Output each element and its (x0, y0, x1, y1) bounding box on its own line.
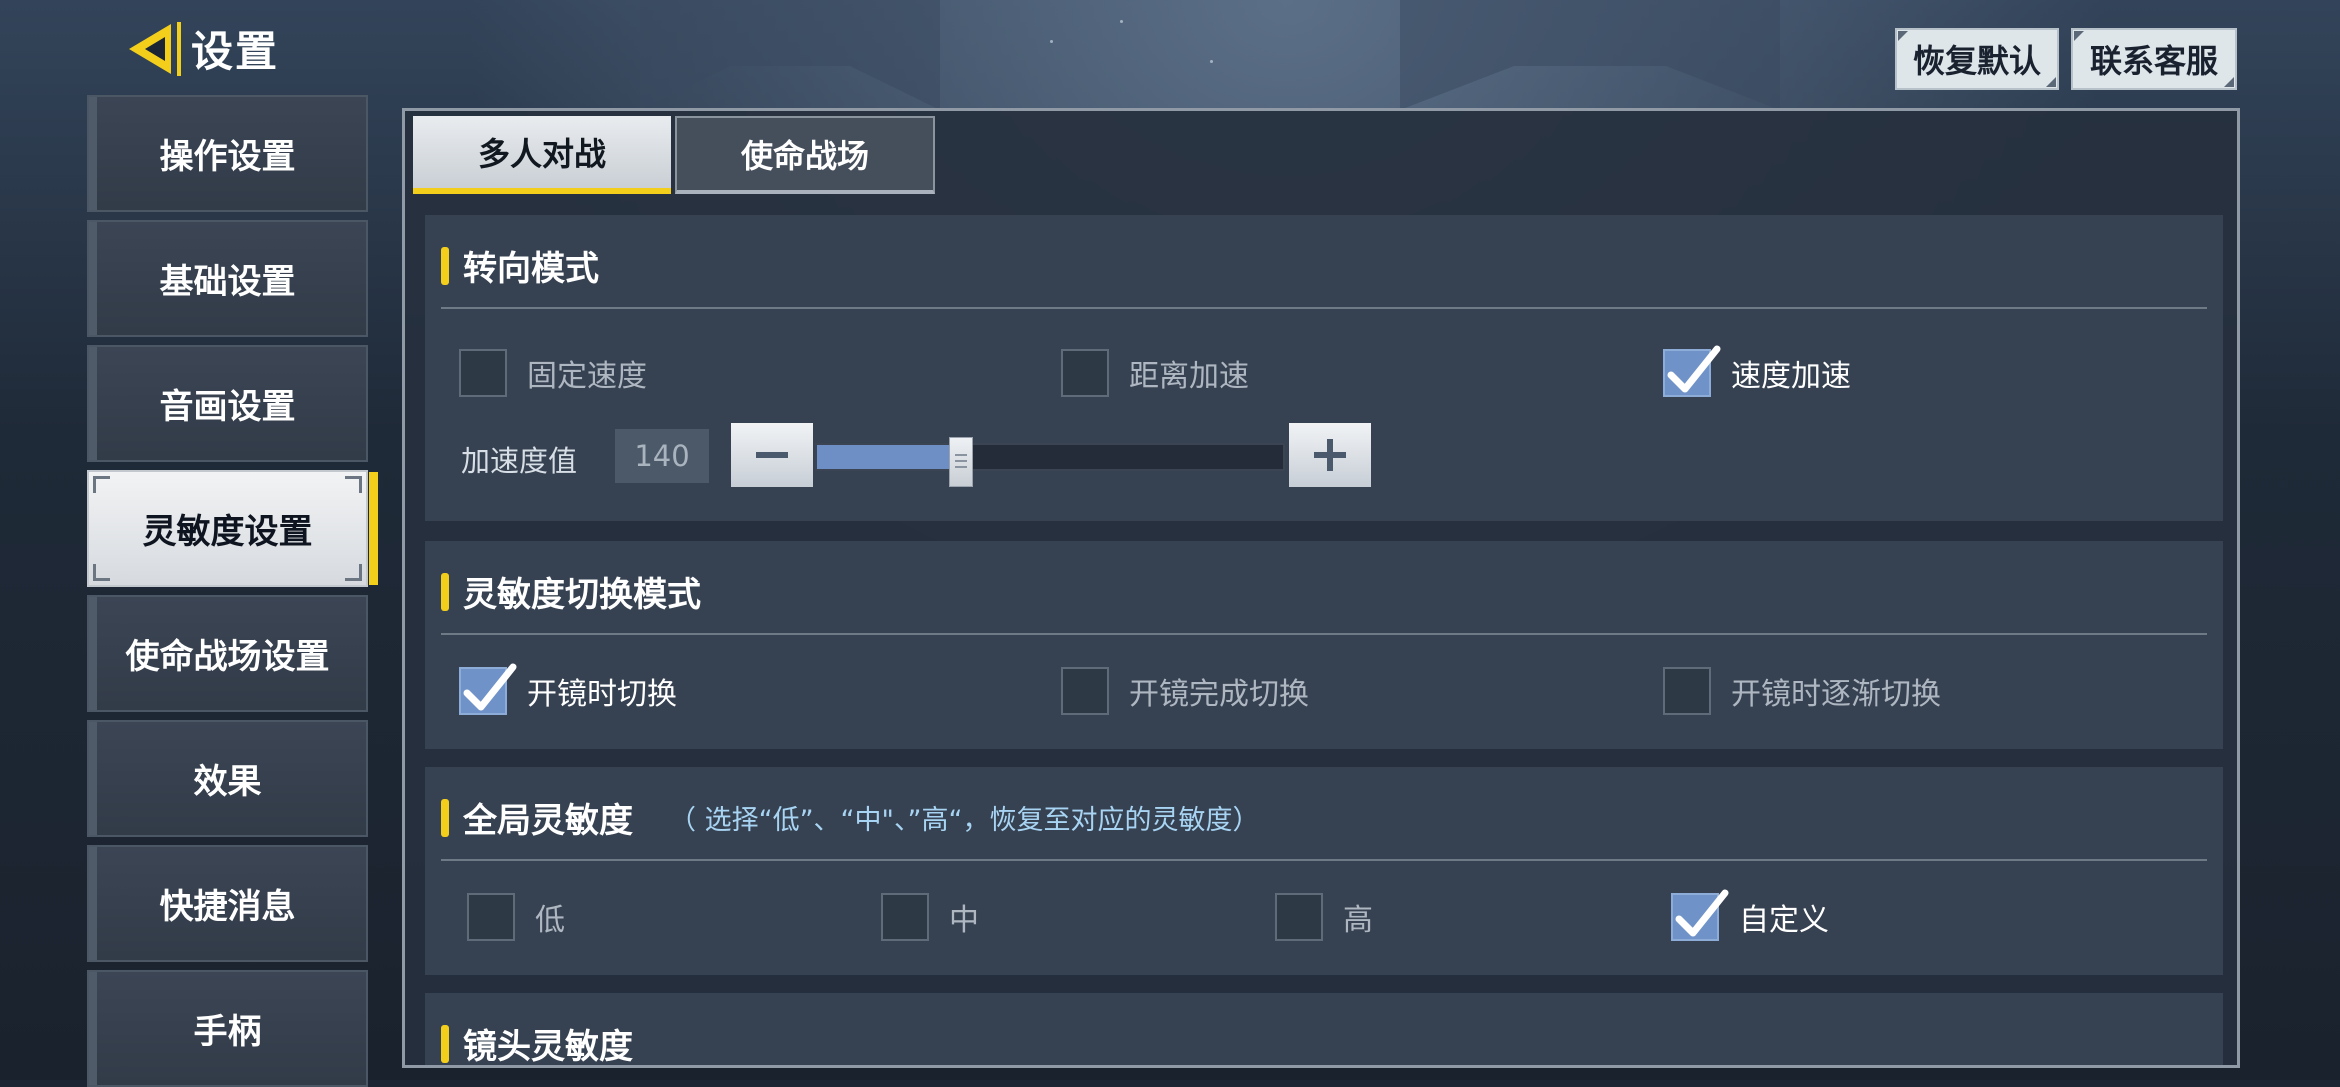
active-indicator (369, 472, 378, 585)
restore-default-button[interactable]: 恢复默认 (1895, 28, 2059, 90)
checkbox[interactable] (1061, 667, 1109, 715)
corner-mark (345, 564, 362, 581)
option-switch-gradual[interactable]: 开镜时逐渐切换 (1663, 667, 1941, 715)
checkbox[interactable] (1663, 345, 1721, 397)
option-speed-accel[interactable]: 速度加速 (1663, 345, 1851, 397)
option-label: 中 (949, 903, 979, 938)
back-button[interactable] (125, 20, 185, 78)
slider-thumb[interactable] (949, 437, 974, 487)
back-arrow-icon (129, 21, 181, 76)
option-label: 距离加速 (1129, 359, 1249, 394)
background-star (1050, 40, 1053, 43)
checkbox[interactable] (1061, 349, 1109, 397)
section-scope-sensitivity: 镜头灵敏度 (425, 993, 2223, 1065)
checkbox[interactable] (1671, 889, 1729, 941)
section-header: 灵敏度切换模式 (441, 567, 701, 616)
sidebar-item-label: 操作设置 (159, 137, 296, 177)
section-title: 转向模式 (463, 249, 599, 289)
page-title: 设置 (191, 27, 280, 76)
option-label: 自定义 (1739, 903, 1829, 938)
section-header: 镜头灵敏度 (441, 1019, 633, 1065)
section-title: 全局灵敏度 (463, 801, 633, 841)
sidebar-item-label: 基础设置 (159, 262, 296, 302)
section-title: 镜头灵敏度 (463, 1027, 633, 1065)
option-label: 开镜时切换 (527, 677, 677, 712)
sidebar-item-effects[interactable]: 效果 (87, 720, 368, 837)
checkmark-icon (1675, 889, 1729, 937)
sidebar-item-controller[interactable]: 手柄 (87, 970, 368, 1087)
settings-panel: 多人对战 使命战场 转向模式 固定速度 距离加速 速度加速 加速度值 140 灵… (402, 108, 2240, 1068)
header: 设置 (125, 18, 279, 79)
divider (441, 633, 2207, 635)
acceleration-label: 加速度值 (461, 444, 578, 478)
option-label: 固定速度 (527, 359, 647, 394)
tab-multiplayer[interactable]: 多人对战 (413, 116, 671, 194)
checkbox[interactable] (881, 893, 929, 941)
sidebar-item-quick-messages[interactable]: 快捷消息 (87, 845, 368, 962)
option-switch-after-scope[interactable]: 开镜完成切换 (1061, 667, 1309, 715)
corner-mark (93, 564, 110, 581)
section-switch-mode: 灵敏度切换模式 开镜时切换 开镜完成切换 开镜时逐渐切换 (425, 541, 2223, 749)
section-marker (441, 1024, 449, 1063)
option-label: 开镜完成切换 (1129, 677, 1309, 712)
increase-button[interactable] (1289, 423, 1371, 487)
section-turning-mode: 转向模式 固定速度 距离加速 速度加速 加速度值 140 (425, 215, 2223, 521)
section-marker (441, 572, 449, 611)
decrease-button[interactable] (731, 423, 813, 487)
section-note: （ 选择“低”、“中"、”高“，恢复至对应的灵敏度） (669, 805, 1260, 836)
option-label: 低 (535, 903, 565, 938)
section-marker (441, 246, 449, 285)
option-distance-accel[interactable]: 距离加速 (1061, 349, 1249, 397)
option-low[interactable]: 低 (467, 893, 565, 941)
checkbox[interactable] (459, 349, 507, 397)
sidebar-item-label: 灵敏度设置 (142, 512, 313, 552)
checkbox[interactable] (459, 663, 517, 715)
tab-battle-royale[interactable]: 使命战场 (675, 116, 935, 194)
option-label: 开镜时逐渐切换 (1731, 677, 1941, 712)
option-switch-on-scope[interactable]: 开镜时切换 (459, 663, 677, 715)
sidebar-item-label: 快捷消息 (159, 887, 296, 927)
acceleration-value: 140 (615, 429, 709, 483)
option-fixed-speed[interactable]: 固定速度 (459, 349, 647, 397)
sidebar-item-audio-video[interactable]: 音画设置 (87, 345, 368, 462)
option-medium[interactable]: 中 (881, 893, 979, 941)
checkmark-icon (1667, 345, 1721, 393)
sidebar-item-label: 使命战场设置 (125, 637, 330, 677)
sidebar-item-basic[interactable]: 基础设置 (87, 220, 368, 337)
plus-icon (1314, 439, 1346, 471)
contact-support-button[interactable]: 联系客服 (2071, 28, 2237, 90)
checkbox[interactable] (1663, 667, 1711, 715)
sidebar-item-label: 效果 (193, 762, 262, 802)
sidebar-item-label: 手柄 (193, 1012, 262, 1052)
sidebar-item-sensitivity[interactable]: 灵敏度设置 (87, 470, 378, 587)
option-high[interactable]: 高 (1275, 893, 1373, 941)
background-star (1210, 60, 1213, 63)
option-label: 速度加速 (1731, 359, 1851, 394)
sidebar-item-label: 音画设置 (159, 387, 296, 427)
section-header: 转向模式 (441, 241, 599, 290)
sidebar-item-controls[interactable]: 操作设置 (87, 95, 368, 212)
section-global-sensitivity: 全局灵敏度 （ 选择“低”、“中"、”高“，恢复至对应的灵敏度） 低 中 高 自… (425, 767, 2223, 975)
section-marker (441, 798, 449, 837)
sidebar-item-battle-royale[interactable]: 使命战场设置 (87, 595, 368, 712)
corner-mark (93, 476, 110, 493)
checkmark-icon (463, 663, 517, 711)
divider (441, 859, 2207, 861)
option-label: 高 (1343, 903, 1373, 938)
background-star (1120, 20, 1123, 23)
checkbox[interactable] (467, 893, 515, 941)
minus-icon (756, 452, 788, 458)
section-title: 灵敏度切换模式 (463, 575, 701, 615)
divider (441, 307, 2207, 309)
option-custom[interactable]: 自定义 (1671, 889, 1829, 941)
acceleration-slider[interactable] (815, 437, 1285, 487)
checkbox[interactable] (1275, 893, 1323, 941)
section-header: 全局灵敏度 （ 选择“低”、“中"、”高“，恢复至对应的灵敏度） (441, 793, 1259, 842)
slider-fill (817, 445, 962, 469)
corner-mark (345, 476, 362, 493)
